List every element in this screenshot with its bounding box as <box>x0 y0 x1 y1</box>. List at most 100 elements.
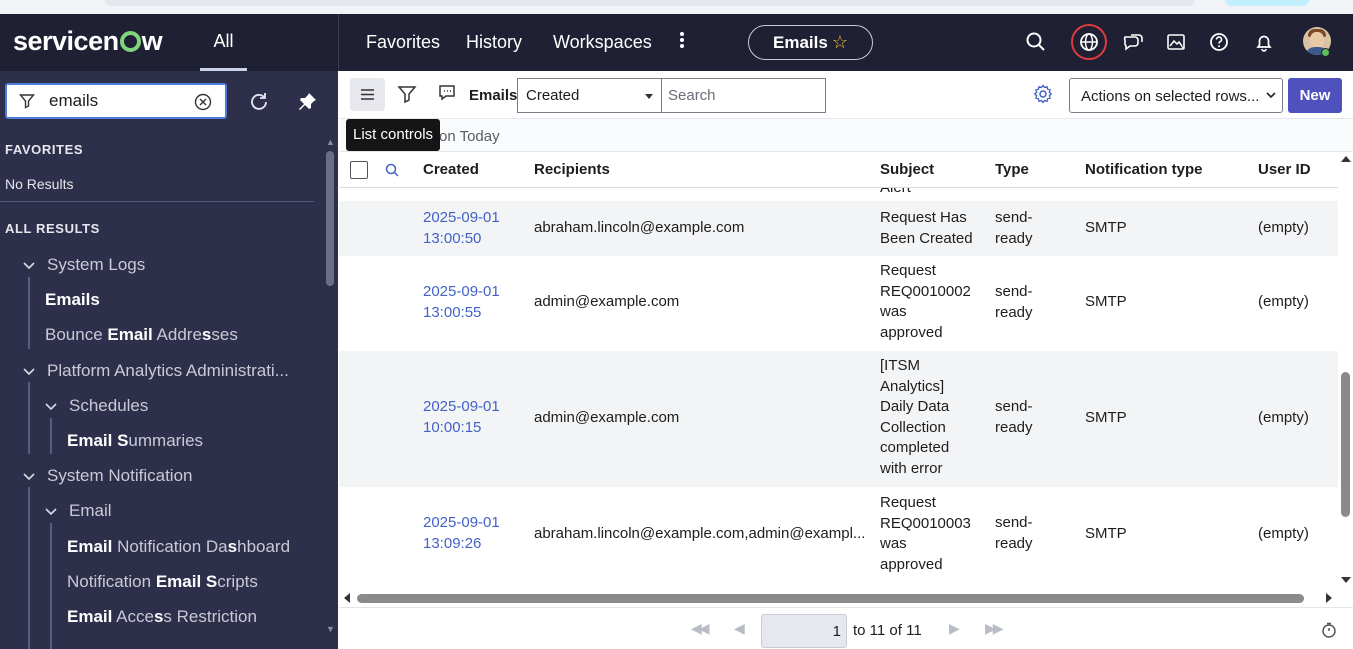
tree-guide-line <box>28 277 30 349</box>
scroll-down-arrow[interactable] <box>1341 577 1351 583</box>
pin-icon[interactable] <box>295 90 319 114</box>
tree-item-platform-analytics[interactable]: Platform Analytics Administrati... <box>47 361 289 381</box>
tree-item-email[interactable]: Email <box>69 501 112 521</box>
subject-cell: [ITSM Analytics] Daily Data Collection compl… <box>880 357 950 477</box>
notification-type-cell: SMTP <box>1085 525 1127 542</box>
chat-icon[interactable] <box>1120 29 1146 55</box>
user-id-cell: (empty) <box>1258 293 1309 310</box>
last-page-button[interactable]: ▶▶ <box>985 620 1003 637</box>
list-title: Emails <box>469 87 518 104</box>
table-row[interactable]: 2025-09-01 13:09:26 abraham.lincoln@examp… <box>339 487 1338 584</box>
scroll-thumb[interactable] <box>1341 372 1350 517</box>
scroll-left-arrow[interactable] <box>344 593 350 603</box>
online-status-dot <box>1321 48 1330 57</box>
label-part: cripts <box>217 572 258 591</box>
nav-workspaces[interactable]: Workspaces <box>553 14 652 70</box>
gear-icon[interactable] <box>1032 83 1054 105</box>
list-search-input[interactable] <box>661 78 826 113</box>
chevron-down-icon[interactable] <box>44 507 58 517</box>
chevron-down-icon <box>1266 92 1276 99</box>
context-title: Emails <box>773 33 828 52</box>
nav-all-tab[interactable]: All <box>200 14 247 71</box>
nav-favorites[interactable]: Favorites <box>366 14 440 70</box>
table-row[interactable]: 2025-09-01 13:00:50 abraham.lincoln@examp… <box>339 201 1338 256</box>
filter-icon[interactable] <box>396 83 418 105</box>
image-icon[interactable] <box>1163 29 1189 55</box>
previous-page-button[interactable]: ◀ <box>734 620 745 637</box>
label-match: Email <box>67 537 113 556</box>
nav-history[interactable]: History <box>466 14 522 70</box>
table-row[interactable]: 2025-09-01 10:00:15 admin@example.com [IT… <box>339 351 1338 487</box>
recipients-cell: admin@example.com <box>534 409 680 426</box>
tree-item-system-notification[interactable]: System Notification <box>47 466 193 486</box>
search-icon[interactable] <box>1023 29 1049 55</box>
scroll-up-arrow[interactable] <box>1341 156 1351 162</box>
navigator-filter-input[interactable] <box>49 90 189 112</box>
more-menu-icon[interactable] <box>674 30 690 54</box>
table-horizontal-scrollbar[interactable] <box>339 589 1338 607</box>
column-search-icon[interactable] <box>384 162 400 178</box>
created-link[interactable]: 2025-09-01 13:09:26 <box>423 513 500 554</box>
created-link[interactable]: 2025-09-01 13:00:50 <box>423 208 500 249</box>
next-page-button[interactable]: ▶ <box>949 620 960 637</box>
recipients-cell: admin@example.com <box>534 293 680 310</box>
recipients-cell: abraham.lincoln@example.com <box>534 219 745 236</box>
search-field-select[interactable]: Created <box>517 78 662 113</box>
sidebar-scroll-down[interactable]: ▼ <box>326 624 335 634</box>
chevron-down-icon[interactable] <box>44 402 58 412</box>
column-header-user-id[interactable]: User ID <box>1258 161 1311 178</box>
clear-filter-icon[interactable] <box>194 93 212 111</box>
table-row[interactable]: 2025-09-01 13:00:55 admin@example.com Req… <box>339 256 1338 351</box>
navigator-filter[interactable] <box>5 83 227 119</box>
browser-button[interactable] <box>1225 0 1309 6</box>
page-number-input[interactable] <box>761 614 847 648</box>
select-all-checkbox[interactable] <box>350 161 368 179</box>
type-cell: send-ready <box>995 514 1033 552</box>
tree-item-system-logs[interactable]: System Logs <box>47 255 145 275</box>
table-vertical-scrollbar[interactable] <box>1338 152 1353 588</box>
sidebar-scrollbar[interactable] <box>326 151 334 286</box>
comment-icon[interactable] <box>436 82 458 104</box>
chevron-down-icon[interactable] <box>22 261 36 271</box>
address-bar[interactable] <box>105 0 1195 6</box>
scroll-right-arrow[interactable] <box>1326 593 1332 603</box>
help-icon[interactable] <box>1206 29 1232 55</box>
tree-item-email-access-restriction[interactable]: Email Access Restriction <box>67 607 257 627</box>
column-header-notification-type[interactable]: Notification type <box>1085 161 1203 178</box>
column-header-type[interactable]: Type <box>995 161 1029 178</box>
bell-icon[interactable] <box>1251 29 1277 55</box>
tree-guide-line <box>50 418 52 454</box>
list-controls-tooltip: List controls <box>346 119 441 151</box>
chevron-down-icon[interactable] <box>22 367 36 377</box>
column-header-created[interactable]: Created <box>423 161 479 178</box>
column-header-recipients[interactable]: Recipients <box>534 161 610 178</box>
tree-item-email-summaries[interactable]: Email Summaries <box>67 431 203 451</box>
type-cell: send-ready <box>995 398 1033 436</box>
list-controls-button[interactable] <box>350 78 385 111</box>
tree-item-email-notification-dashboard[interactable]: Email Notification Dashboard <box>67 537 290 557</box>
breadcrumb-condition[interactable]: on Today <box>439 128 500 145</box>
created-link[interactable]: 2025-09-01 10:00:15 <box>423 397 500 438</box>
column-header-subject[interactable]: Subject <box>880 161 934 178</box>
navigation-sidebar: FAVORITES No Results ALL RESULTS System … <box>0 71 338 649</box>
new-button[interactable]: New <box>1288 78 1342 113</box>
dropdown-caret-icon <box>645 94 653 99</box>
tree-item-notification-email-scripts[interactable]: Notification Email Scripts <box>67 572 258 592</box>
created-link[interactable]: 2025-09-01 13:00:55 <box>423 282 500 323</box>
sidebar-scroll-up[interactable]: ▲ <box>326 137 335 147</box>
scroll-thumb[interactable] <box>357 594 1304 603</box>
actions-on-selected-rows-select[interactable]: Actions on selected rows... <box>1069 78 1283 113</box>
tree-item-schedules[interactable]: Schedules <box>69 396 148 416</box>
refresh-icon[interactable] <box>247 90 271 114</box>
clipped-subject: Alert <box>880 188 911 196</box>
first-page-button[interactable]: ◀◀ <box>691 620 709 637</box>
context-title-pill[interactable]: Emails ☆ <box>748 25 873 60</box>
globe-icon[interactable] <box>1076 29 1102 55</box>
chevron-down-icon[interactable] <box>22 472 36 482</box>
tree-item-emails[interactable]: Emails <box>45 290 100 310</box>
label-match: Email <box>67 607 113 626</box>
servicenow-logo[interactable]: servicen w <box>13 26 163 57</box>
response-time-icon[interactable] <box>1320 621 1338 639</box>
tree-item-bounce-email-addresses[interactable]: Bounce Email Addresses <box>45 325 238 345</box>
favorite-star-icon[interactable]: ☆ <box>832 32 848 52</box>
